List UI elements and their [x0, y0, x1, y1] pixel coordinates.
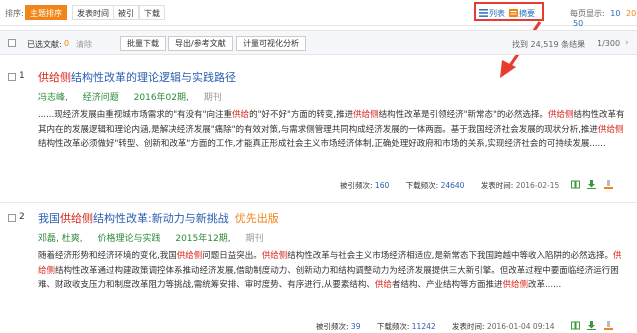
result-number: 2: [19, 212, 25, 222]
per-page: 每页显示: 10 20 50: [570, 8, 637, 28]
result-source: 期刊: [245, 234, 264, 244]
cited-count[interactable]: 160: [375, 181, 389, 190]
downloads-count: 11242: [411, 322, 436, 331]
per-page-20[interactable]: 20: [626, 9, 636, 18]
read-online-icon[interactable]: [571, 321, 580, 330]
result-title[interactable]: 供给侧结构性改革的理论逻辑与实践路径: [38, 69, 236, 85]
prev-page-icon[interactable]: ‹: [578, 38, 582, 48]
per-page-10[interactable]: 10: [610, 9, 620, 18]
abstract-highlight: 供给: [374, 280, 392, 290]
abstract-text: 结构性改革与社会主义市场经济相适应,是新常态下我国跨越中等收入陷阱的必然选择。: [287, 251, 613, 261]
clear-button[interactable]: 清除: [76, 39, 92, 50]
download-icon[interactable]: [587, 180, 596, 189]
abstract-highlight: 供给侧: [353, 110, 379, 120]
result-abstract: ......现经济发展由重视城市场需求的"有没有"向注重供给的"好不好"方面的转…: [38, 108, 628, 152]
downloads-count: 24640: [440, 181, 465, 190]
page-indicator: 1/300: [597, 39, 621, 48]
title-highlight: 供给侧: [38, 71, 71, 84]
result-issue[interactable]: 2015年12期,: [175, 234, 230, 244]
result-total: 找到 24,519 条结果: [512, 40, 586, 49]
result-meta: 冯志峰, 经济问题 2016年02期, 期刊: [38, 90, 234, 103]
more-icon[interactable]: [604, 180, 613, 189]
title-prefix: 我国: [38, 212, 60, 225]
result-stats: 被引频次: 39 下载频次: 11242 发表时间: 2016-01-04 09…: [316, 321, 555, 332]
abstract-text: 者结构、产业结构等方面推进: [391, 280, 503, 290]
publish-date: 2016-02-15: [515, 181, 560, 190]
abstract-icon: [509, 9, 518, 17]
cited-label: 被引频次:: [316, 322, 349, 331]
list-icon: [479, 9, 488, 17]
result-title[interactable]: 我国供给侧结构性改革:新动力与新挑战 优先出版: [38, 210, 279, 226]
sort-downloads-button[interactable]: 下载: [139, 5, 165, 20]
view-list-button[interactable]: 列表: [479, 8, 505, 19]
result-authors[interactable]: 邓磊, 杜爽,: [38, 234, 83, 244]
export-button[interactable]: 导出/参考文献: [168, 36, 233, 51]
cited-label: 被引频次:: [340, 181, 373, 190]
select-all-checkbox[interactable]: [8, 39, 16, 47]
visualize-button[interactable]: 计量可视化分析: [236, 36, 306, 51]
view-abstract-button[interactable]: 摘要: [509, 8, 535, 19]
per-page-label: 每页显示:: [570, 9, 605, 18]
sort-bar: 排序: 主题排序 发表时间 被引 下载 列表 摘要 每页显示: 10 20 50: [0, 0, 637, 28]
next-page-icon[interactable]: ›: [625, 38, 629, 48]
abstract-highlight: 供给: [232, 110, 250, 120]
sort-cited-button[interactable]: 被引: [113, 5, 139, 20]
result-stats: 被引频次: 160 下载频次: 24640 发表时间: 2016-02-15: [340, 180, 559, 191]
abstract-text: 改革......: [527, 280, 562, 290]
result-checkbox[interactable]: [8, 73, 16, 81]
abstract-text: 随着经济形势和经济环境的变化,我国: [38, 251, 177, 261]
abstract-text: 问题日益突出。: [202, 251, 262, 261]
batch-download-button[interactable]: 批量下载: [120, 36, 166, 51]
abstract-text: ......现经济发展由重视城市场需求的"有没有"向注重: [38, 110, 233, 120]
per-page-50[interactable]: 50: [573, 19, 583, 28]
result-journal[interactable]: 经济问题: [83, 93, 119, 103]
sort-date-button[interactable]: 发表时间: [72, 5, 114, 20]
view-toggle-highlight: 列表 摘要: [474, 2, 544, 21]
date-label: 发表时间:: [480, 181, 514, 190]
cited-count[interactable]: 39: [351, 322, 361, 331]
divider: [0, 202, 637, 203]
result-toolbar: 已选文献: 0 清除 批量下载 导出/参考文献 计量可视化分析 找到 24,51…: [0, 30, 637, 55]
downloads-label: 下载频次:: [376, 322, 410, 331]
result-source: 期刊: [203, 93, 222, 103]
read-online-icon[interactable]: [571, 180, 580, 189]
sort-relevance-button[interactable]: 主题排序: [25, 5, 67, 20]
view-list-label: 列表: [489, 9, 505, 18]
result-authors[interactable]: 冯志峰,: [38, 93, 68, 103]
publish-date: 2016-01-04 09:14: [486, 322, 555, 331]
result-number: 1: [19, 71, 25, 81]
abstract-highlight: 供给侧: [261, 251, 288, 261]
title-highlight: 供给侧: [60, 212, 93, 225]
selected-label: 已选文献:: [27, 40, 62, 49]
date-label: 发表时间:: [452, 322, 485, 331]
result-item: 2 我国供给侧结构性改革:新动力与新挑战 优先出版 邓磊, 杜爽, 价格理论与实践…: [0, 207, 637, 333]
first-publish-badge: 优先出版: [234, 212, 279, 225]
abstract-highlight: 供给侧: [176, 251, 203, 261]
selected-count: 0: [64, 39, 70, 48]
abstract-text: 的"好不好"方面的转变,推进: [249, 110, 354, 120]
result-item: 1 供给侧结构性改革的理论逻辑与实践路径 冯志峰, 经济问题 2016年02期,…: [0, 64, 637, 196]
abstract-highlight: 供给侧: [597, 124, 624, 135]
view-abstract-label: 摘要: [519, 9, 535, 18]
sort-label: 排序:: [5, 9, 24, 18]
abstract-text: 结构性改革必须做好"转型、创新和改革"方面的工作,才能真正形成社会主义市场经济体…: [38, 139, 606, 149]
abstract-highlight: 供给侧: [502, 280, 528, 290]
downloads-label: 下载频次:: [405, 181, 439, 190]
more-icon[interactable]: [604, 321, 613, 330]
result-meta: 邓磊, 杜爽, 价格理论与实践 2015年12期, 期刊: [38, 231, 275, 244]
abstract-highlight: 供给侧: [547, 110, 574, 120]
result-checkbox[interactable]: [8, 214, 16, 222]
result-issue[interactable]: 2016年02期,: [134, 93, 189, 103]
title-text: 结构性改革的理论逻辑与实践路径: [71, 71, 236, 84]
result-abstract: 随着经济形势和经济环境的变化,我国供给侧问题日益突出。供给侧结构性改革与社会主义…: [38, 249, 628, 293]
title-text: 结构性改革:新动力与新挑战: [93, 212, 229, 225]
result-journal[interactable]: 价格理论与实践: [97, 234, 160, 244]
download-icon[interactable]: [587, 321, 596, 330]
abstract-text: 结构性改革是引领经济"新常态"的必然选择。: [378, 110, 548, 120]
